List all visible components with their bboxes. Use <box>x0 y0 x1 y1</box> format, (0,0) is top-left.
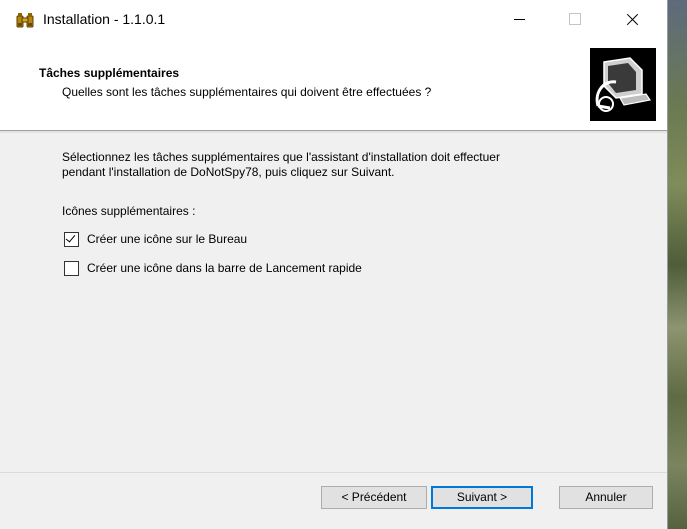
quicklaunch-icon-label[interactable]: Créer une icône dans la barre de Lanceme… <box>87 261 362 275</box>
footer-divider <box>0 472 667 473</box>
description-line: Sélectionnez les tâches supplémentaires … <box>62 150 500 164</box>
desktop-background <box>667 0 687 529</box>
installer-computer-icon <box>590 48 656 121</box>
back-button[interactable]: < Précédent <box>321 486 427 509</box>
cancel-button[interactable]: Annuler <box>559 486 653 509</box>
binoculars-icon <box>16 13 34 28</box>
title-bar[interactable]: Installation - 1.1.0.1 <box>0 0 667 38</box>
close-button[interactable] <box>610 0 656 38</box>
installer-window: Installation - 1.1.0.1 Tâches supplément… <box>0 0 667 529</box>
window-title: Installation - 1.1.0.1 <box>43 11 166 27</box>
page-subtitle: Quelles sont les tâches supplémentaires … <box>62 85 432 99</box>
task-desktop-icon[interactable]: Créer une icône sur le Bureau <box>64 231 247 247</box>
desktop-icon-checkbox[interactable] <box>64 231 79 247</box>
header-divider <box>0 130 667 133</box>
maximize-button[interactable] <box>550 0 596 38</box>
description-line: pendant l'installation de DoNotSpy78, pu… <box>62 165 395 179</box>
task-quicklaunch-icon[interactable]: Créer une icône dans la barre de Lanceme… <box>64 260 362 276</box>
wizard-header: Tâches supplémentaires Quelles sont les … <box>0 38 667 130</box>
task-description: Sélectionnez les tâches supplémentaires … <box>62 150 622 180</box>
page-title: Tâches supplémentaires <box>39 66 180 80</box>
next-button[interactable]: Suivant > <box>431 486 533 509</box>
desktop-icon-label[interactable]: Créer une icône sur le Bureau <box>87 232 247 246</box>
minimize-button[interactable] <box>498 0 544 38</box>
additional-icons-label: Icônes supplémentaires : <box>62 204 196 218</box>
quicklaunch-icon-checkbox[interactable] <box>64 260 79 276</box>
